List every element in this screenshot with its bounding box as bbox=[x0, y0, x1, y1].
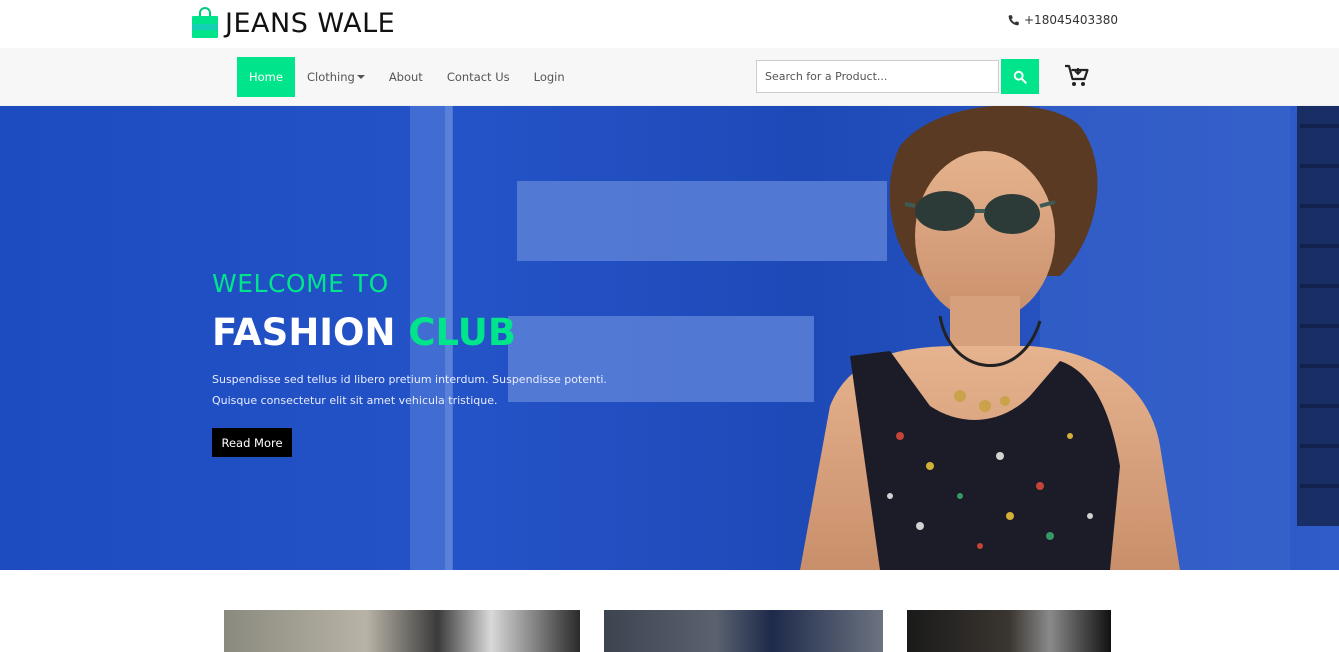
nav-item-label: Login bbox=[533, 70, 565, 84]
hero-title-accent: CLUB bbox=[408, 311, 517, 354]
caret-down-icon bbox=[356, 75, 365, 79]
nav-item-contact-us[interactable]: Contact Us bbox=[435, 57, 522, 97]
nav-item-clothing[interactable]: Clothing bbox=[295, 57, 377, 97]
nav-item-label: Home bbox=[249, 70, 283, 84]
nav-item-about[interactable]: About bbox=[377, 57, 435, 97]
main-navbar: Home Clothing About Contact Us Login bbox=[0, 48, 1339, 106]
hero-title-main: FASHION bbox=[212, 311, 396, 354]
hero-description: Suspendisse sed tellus id libero pretium… bbox=[212, 373, 607, 407]
cart-icon[interactable] bbox=[1064, 64, 1090, 88]
phone-number: +18045403380 bbox=[1024, 13, 1119, 27]
hero-title: FASHION CLUB bbox=[212, 311, 516, 354]
search-button[interactable] bbox=[1001, 59, 1039, 94]
hero-banner: WELCOME TO FASHION CLUB Suspendisse sed … bbox=[0, 106, 1339, 570]
top-header: JEANS WALE +18045403380 bbox=[0, 0, 1339, 48]
search-icon bbox=[1013, 70, 1027, 84]
phone-icon bbox=[1008, 14, 1019, 25]
shopping-bag-icon bbox=[192, 7, 218, 38]
product-image-3[interactable] bbox=[907, 610, 1111, 652]
product-image-1[interactable] bbox=[224, 610, 580, 652]
nav-item-label: About bbox=[388, 70, 423, 84]
nav-menu: Home Clothing About Contact Us Login bbox=[237, 57, 577, 97]
read-more-button[interactable]: Read More bbox=[212, 428, 292, 457]
hero-background-image bbox=[0, 106, 1339, 570]
search-input[interactable] bbox=[756, 60, 999, 93]
hero-welcome-text: WELCOME TO bbox=[212, 269, 389, 298]
brand-logo[interactable]: JEANS WALE bbox=[191, 5, 395, 41]
brand-name: JEANS WALE bbox=[225, 7, 396, 39]
nav-item-label: Clothing bbox=[306, 70, 355, 84]
nav-item-label: Contact Us bbox=[446, 70, 510, 84]
nav-item-home[interactable]: Home bbox=[237, 57, 295, 97]
product-image-2[interactable] bbox=[604, 610, 883, 652]
nav-item-login[interactable]: Login bbox=[522, 57, 577, 97]
phone-contact[interactable]: +18045403380 bbox=[1007, 13, 1118, 27]
